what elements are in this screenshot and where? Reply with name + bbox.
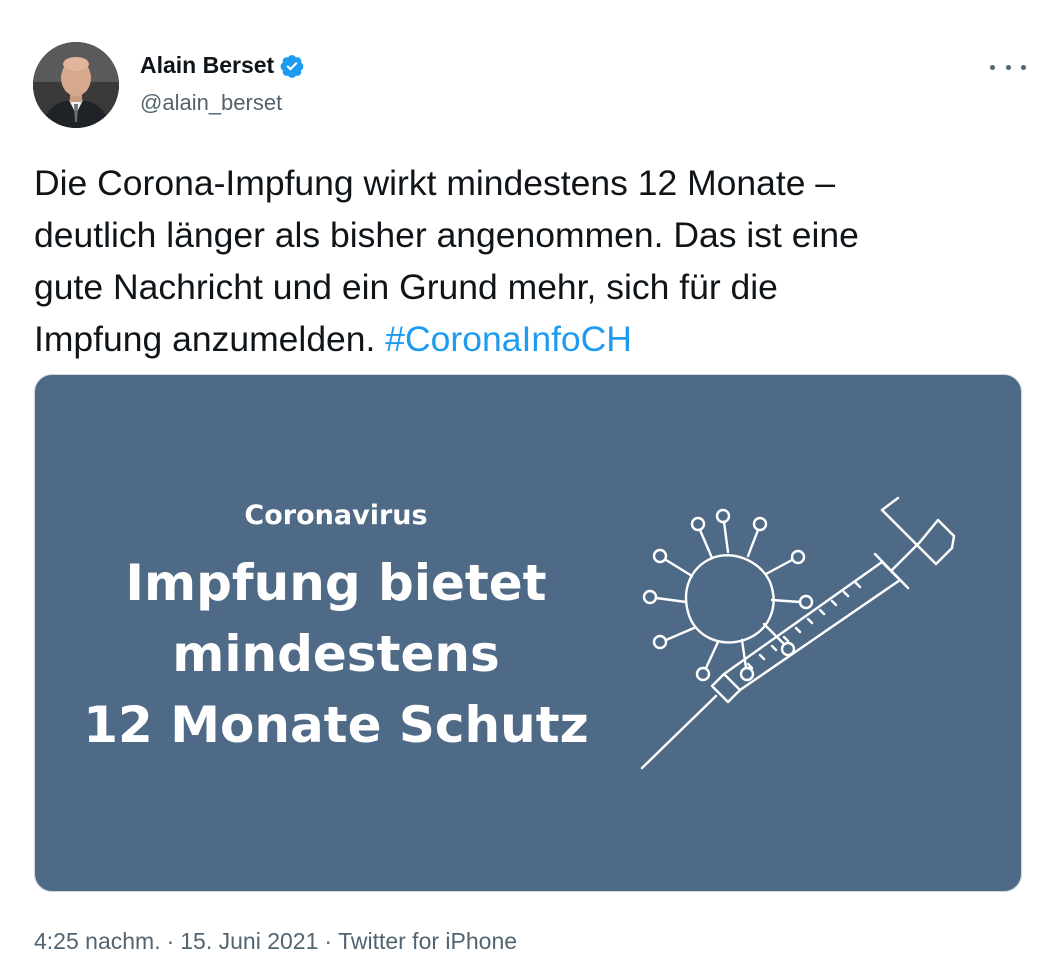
author-name-row: Alain Berset (140, 52, 305, 79)
media-headline-line-2: mindestens (172, 625, 500, 683)
tweet-source[interactable]: Twitter for iPhone (338, 928, 517, 955)
meta-separator: · (166, 928, 175, 954)
tweet-text-line-4: Impfung anzumelden. (34, 319, 386, 359)
profile-photo (33, 42, 119, 128)
tweet-text-line-1: Die Corona-Impfung wirkt mindestens 12 M… (34, 163, 836, 203)
tweet-text: Die Corona-Impfung wirkt mindestens 12 M… (34, 157, 1024, 365)
hashtag-link[interactable]: #CoronaInfoCH (385, 319, 632, 359)
tweet-text-line-2: deutlich länger als bisher angenommen. D… (34, 215, 859, 255)
media-eyebrow: Coronavirus (244, 500, 428, 531)
media-headline-line-3: 12 Monate Schutz (83, 696, 589, 754)
author-handle[interactable]: @alain_berset (140, 90, 282, 116)
media-headline-line-1: Impfung bietet (125, 554, 547, 612)
tweet: Alain Berset @alain_berset Die Corona-Im… (0, 0, 1058, 971)
tweet-date[interactable]: 15. Juni 2021 (180, 928, 318, 955)
tweet-time[interactable]: 4:25 nachm. (34, 928, 161, 955)
more-options-button[interactable] (990, 56, 1026, 78)
more-horizontal-icon (990, 64, 995, 70)
meta-separator-2: · (324, 928, 333, 954)
verified-badge-icon (279, 53, 305, 79)
tweet-text-line-3: gute Nachricht und ein Grund mehr, sich … (34, 267, 778, 307)
media-headline: Impfung bietet mindestens 12 Monate Schu… (0, 548, 672, 761)
avatar[interactable] (33, 42, 119, 128)
tweet-meta: 4:25 nachm. · 15. Juni 2021 · Twitter fo… (34, 928, 517, 955)
virus-syringe-icon (640, 496, 956, 770)
author-display-name[interactable]: Alain Berset (140, 52, 274, 79)
